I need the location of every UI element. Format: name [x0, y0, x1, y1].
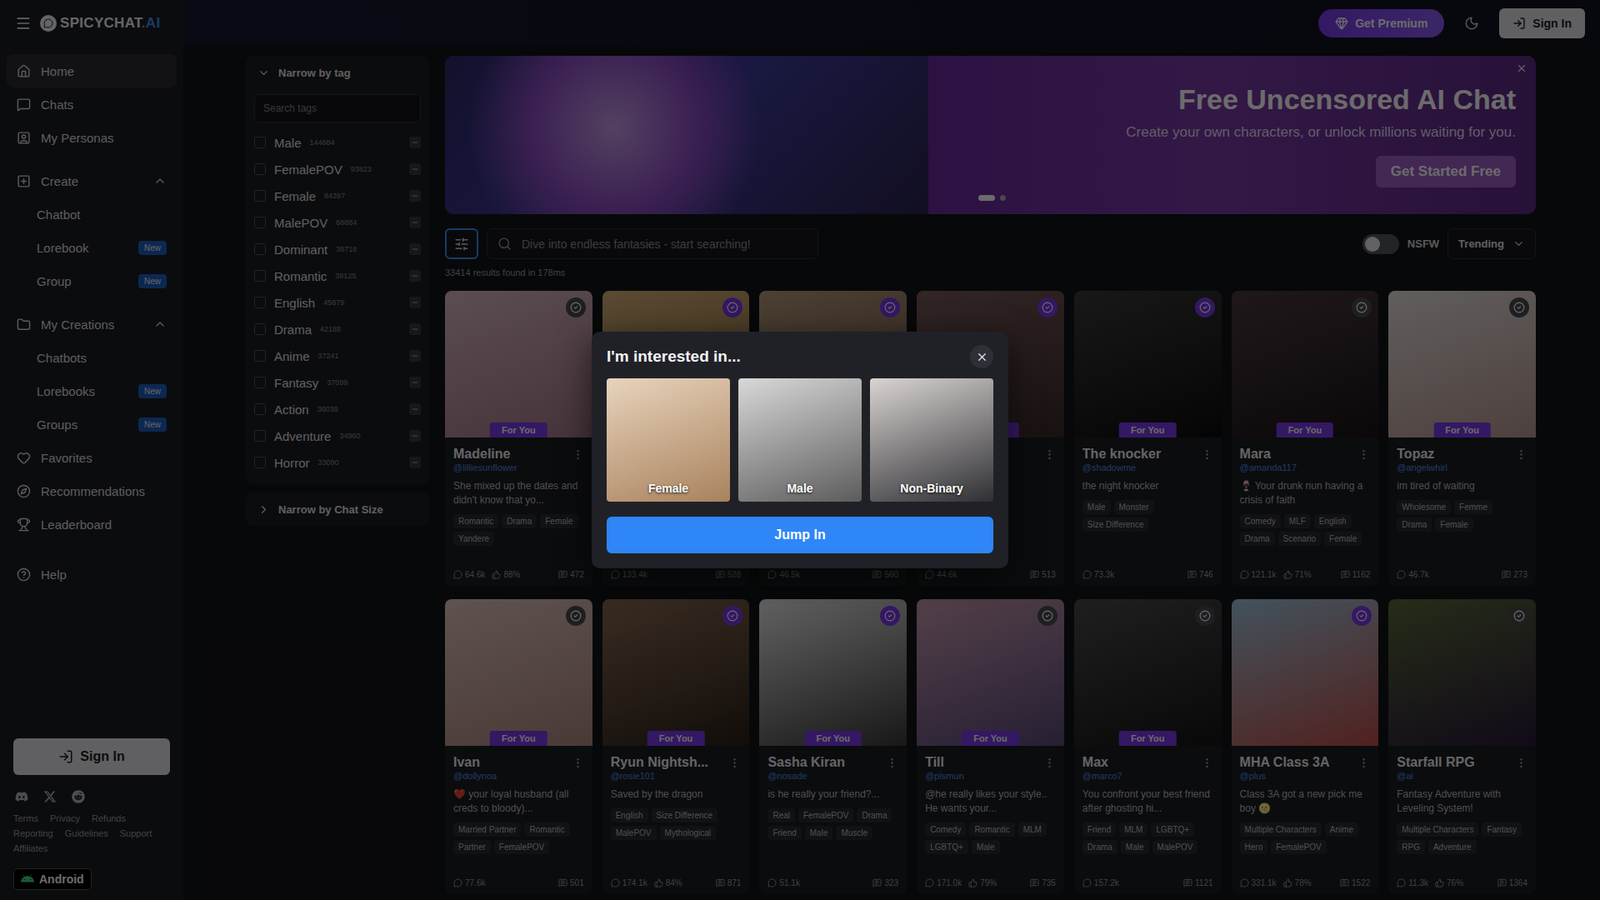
modal-close-button[interactable] — [970, 345, 994, 369]
interest-modal: I'm interested in... Female Male Non-Binary… — [591, 331, 1009, 569]
interest-option[interactable]: Male — [738, 378, 862, 502]
interest-option[interactable]: Female — [606, 378, 730, 502]
interest-option-label: Male — [786, 481, 813, 495]
interest-option-label: Non-Binary — [900, 481, 963, 495]
interest-option[interactable]: Non-Binary — [870, 378, 994, 502]
modal-header: I'm interested in... — [606, 345, 994, 369]
close-icon — [975, 350, 989, 364]
modal-overlay[interactable]: I'm interested in... Female Male Non-Binary… — [0, 0, 1600, 900]
interest-option-label: Female — [648, 481, 689, 495]
app-page: SPICYCHAT.AIHomeChatsMy PersonasCreateCh… — [0, 0, 1600, 900]
jump-in-button[interactable]: Jump In — [606, 516, 994, 554]
interest-options: Female Male Non-Binary — [606, 378, 994, 502]
modal-title: I'm interested in... — [606, 347, 741, 366]
